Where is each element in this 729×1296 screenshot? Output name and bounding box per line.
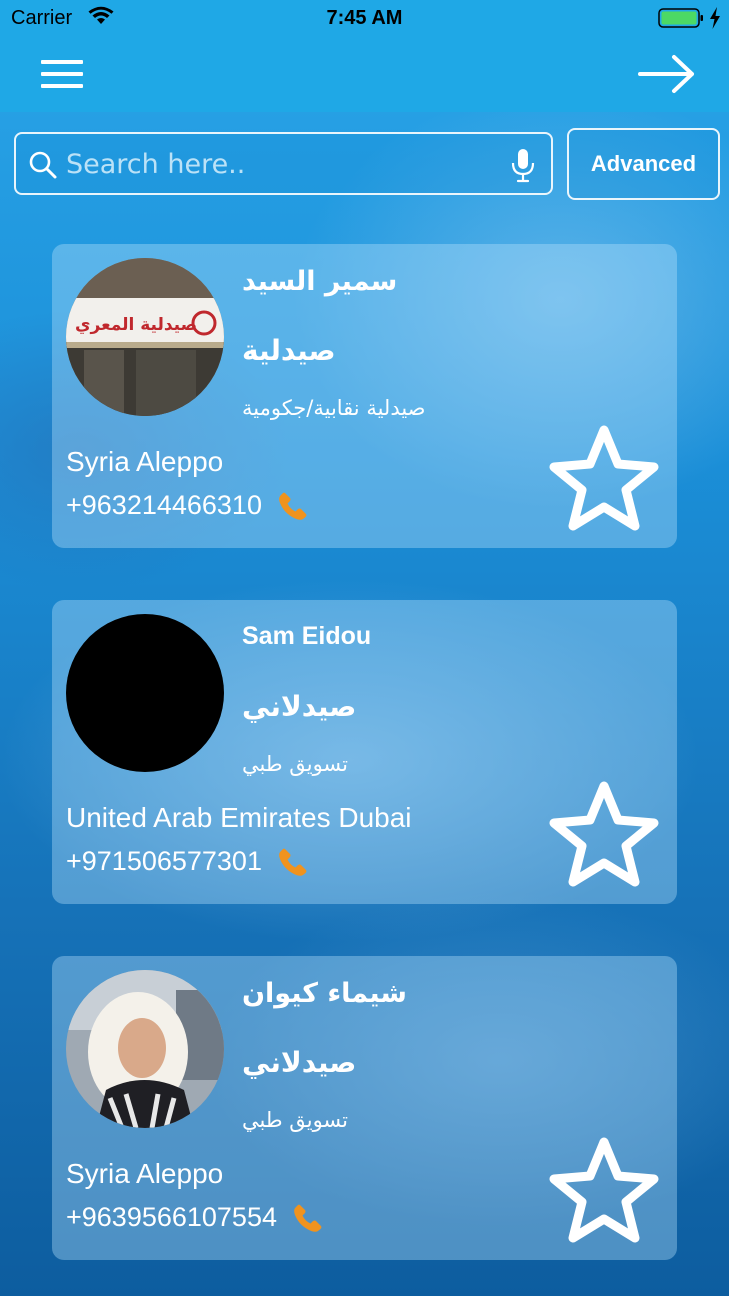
search-input[interactable] [66,142,496,186]
favorite-star-icon[interactable] [544,1132,664,1252]
avatar: صيدلية المعري [66,258,224,416]
pharmacy-storefront-image: صيدلية المعري [66,258,224,416]
arrow-right-icon[interactable] [636,52,698,96]
favorite-star-icon[interactable] [544,776,664,896]
card-phone-row[interactable]: +963214466310 [66,490,308,521]
card-role: صيدلاني [242,1046,357,1079]
advanced-search-button[interactable]: Advanced [567,128,720,200]
phone-icon[interactable] [278,491,308,521]
phone-number[interactable]: +9639566107554 [66,1202,277,1233]
search-icon [29,151,57,179]
card-category: تسويق طبي [242,1108,349,1132]
result-card[interactable]: Sam Eidou صيدلاني تسويق طبي United Arab … [52,600,677,904]
avatar-sign-text: صيدلية المعري [75,315,197,335]
status-bar: Carrier 7:45 AM [0,0,729,38]
card-location: Syria Aleppo [66,446,224,477]
avatar [66,970,224,1128]
card-location: Syria Aleppo [66,1158,224,1189]
avatar [66,614,224,772]
card-name: Sam Eidou [242,622,372,650]
result-card[interactable]: صيدلية المعري سمير السيد صيدلية صيدلية ن… [52,244,677,548]
phone-icon[interactable] [293,1203,323,1233]
search-box [14,132,553,195]
card-location: United Arab Emirates Dubai [66,802,412,833]
result-card[interactable]: شيماء كيوان صيدلاني تسويق طبي Syria Alep… [52,956,677,1260]
phone-icon[interactable] [278,847,308,877]
microphone-icon[interactable] [510,147,536,183]
favorite-star-icon[interactable] [544,420,664,540]
charging-bolt-icon [710,7,720,29]
battery-icon [658,8,703,28]
card-phone-row[interactable]: +971506577301 [66,846,308,877]
phone-number[interactable]: +971506577301 [66,846,262,877]
card-role: صيدلية [242,334,336,367]
status-time: 7:45 AM [326,7,403,29]
profile-photo-image [66,970,224,1128]
card-name: سمير السيد [242,266,398,297]
card-role: صيدلاني [242,690,357,723]
card-phone-row[interactable]: +9639566107554 [66,1202,323,1233]
hamburger-menu-icon[interactable] [38,56,86,92]
phone-number[interactable]: +963214466310 [66,490,262,521]
card-category: صيدلية نقابية/جكومية [242,396,426,420]
card-name: شيماء كيوان [242,978,407,1009]
card-category: تسويق طبي [242,752,349,776]
